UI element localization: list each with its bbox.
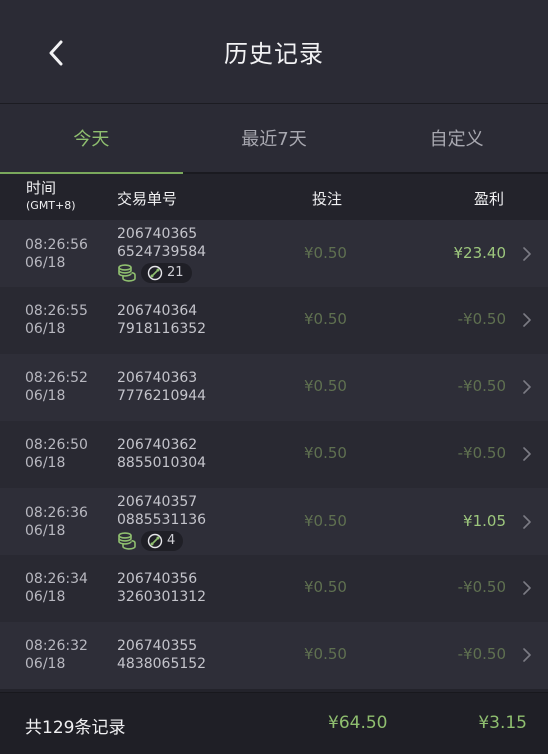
row-date-value: 06/18: [25, 455, 66, 471]
column-time: 时间 (GMT+8): [26, 180, 76, 214]
row-time: 08:26:56 06/18: [25, 236, 88, 272]
row-date-value: 06/18: [25, 321, 66, 337]
row-order: 206740363 7776210944: [117, 369, 206, 405]
row-time: 08:26:50 06/18: [25, 436, 88, 472]
row-order: 206740365 6524739584 21: [117, 225, 206, 283]
row-profit: -¥0.50: [457, 645, 506, 663]
total-bet: ¥64.50: [328, 713, 388, 733]
free-spins-badge: 21: [141, 263, 192, 283]
row-profit: ¥1.05: [463, 512, 506, 530]
total-records: 共129条记录: [25, 718, 126, 738]
table-row[interactable]: 08:26:56 06/18 206740365 6524739584 21 ¥…: [0, 220, 548, 287]
tab-bar: 今天 最近7天 自定义: [0, 104, 548, 174]
spin-icon: [147, 533, 163, 549]
row-order-line2: 8855010304: [117, 455, 207, 471]
row-time: 08:26:34 06/18: [25, 570, 88, 606]
row-time: 08:26:36 06/18: [25, 504, 88, 540]
row-order-line2: 0885531136: [117, 512, 207, 528]
row-date-value: 06/18: [25, 523, 66, 539]
row-order-line1: 206740355: [117, 638, 198, 654]
free-spins-badge: 4: [141, 531, 184, 551]
table-row[interactable]: 08:26:34 06/18 206740356 3260301312 ¥0.5…: [0, 555, 548, 622]
row-order: 206740355 4838065152: [117, 637, 206, 673]
row-time: 08:26:52 06/18: [25, 369, 88, 405]
free-spins-count: 4: [167, 533, 176, 548]
row-order-line2: 4838065152: [117, 656, 207, 672]
spin-icon: [147, 265, 163, 281]
row-badges: 21: [117, 263, 206, 283]
row-bet: ¥0.50: [304, 244, 347, 262]
column-header: 时间 (GMT+8) 交易单号 投注 盈利: [0, 174, 548, 220]
row-date-value: 06/18: [25, 255, 66, 271]
total-profit: ¥3.15: [478, 713, 527, 733]
row-time-value: 08:26:36: [25, 505, 88, 521]
column-bet: 投注: [312, 190, 343, 208]
row-bet: ¥0.50: [304, 377, 347, 395]
row-time-value: 08:26:56: [25, 237, 88, 253]
records-list: 08:26:56 06/18 206740365 6524739584 21 ¥…: [0, 220, 548, 689]
row-order-line2: 7776210944: [117, 388, 207, 404]
row-time: 08:26:55 06/18: [25, 302, 88, 338]
row-badges: 4: [117, 531, 206, 551]
chevron-right-icon: [523, 581, 531, 595]
chevron-right-icon: [523, 515, 531, 529]
table-row[interactable]: 08:26:50 06/18 206740362 8855010304 ¥0.5…: [0, 421, 548, 488]
row-bet: ¥0.50: [304, 645, 347, 663]
row-order-line2: 3260301312: [117, 589, 207, 605]
column-time-label: 时间: [26, 179, 57, 197]
row-order: 206740356 3260301312: [117, 570, 206, 606]
coins-icon: [118, 532, 136, 550]
header-bar: 历史记录: [0, 0, 548, 104]
table-row[interactable]: 08:26:36 06/18 206740357 0885531136 4 ¥0…: [0, 488, 548, 555]
coins-icon: [118, 264, 136, 282]
row-profit: -¥0.50: [457, 310, 506, 328]
row-order-line2: 6524739584: [117, 244, 207, 260]
row-date-value: 06/18: [25, 656, 66, 672]
row-order-line1: 206740363: [117, 370, 198, 386]
row-profit: -¥0.50: [457, 444, 506, 462]
table-row[interactable]: 08:26:55 06/18 206740364 7918116352 ¥0.5…: [0, 287, 548, 354]
page-title: 历史记录: [224, 40, 324, 68]
row-date-value: 06/18: [25, 589, 66, 605]
row-time-value: 08:26:55: [25, 303, 88, 319]
row-time: 08:26:32 06/18: [25, 637, 88, 673]
row-time-value: 08:26:34: [25, 571, 88, 587]
summary-footer: 共129条记录 ¥64.50 ¥3.15: [0, 692, 548, 754]
chevron-right-icon: [523, 447, 531, 461]
row-profit: -¥0.50: [457, 578, 506, 596]
row-bet: ¥0.50: [304, 444, 347, 462]
chevron-right-icon: [523, 648, 531, 662]
row-order-line1: 206740356: [117, 571, 198, 587]
row-order: 206740362 8855010304: [117, 436, 206, 472]
table-row[interactable]: 08:26:52 06/18 206740363 7776210944 ¥0.5…: [0, 354, 548, 421]
row-order-line1: 206740364: [117, 303, 198, 319]
row-date-value: 06/18: [25, 388, 66, 404]
row-order: 206740364 7918116352: [117, 302, 206, 338]
tab-today[interactable]: 今天: [0, 104, 183, 174]
chevron-right-icon: [523, 313, 531, 327]
row-order-line1: 206740362: [117, 437, 198, 453]
tab-custom[interactable]: 自定义: [365, 104, 548, 172]
row-profit: -¥0.50: [457, 377, 506, 395]
row-bet: ¥0.50: [304, 310, 347, 328]
row-time-value: 08:26:52: [25, 370, 88, 386]
row-bet: ¥0.50: [304, 578, 347, 596]
chevron-right-icon: [523, 247, 531, 261]
row-profit: ¥23.40: [453, 244, 507, 262]
row-order: 206740357 0885531136 4: [117, 493, 206, 551]
column-time-zone: (GMT+8): [26, 199, 76, 212]
column-order: 交易单号: [117, 190, 178, 208]
row-time-value: 08:26:32: [25, 638, 88, 654]
row-order-line2: 7918116352: [117, 321, 207, 337]
row-time-value: 08:26:50: [25, 437, 88, 453]
column-profit: 盈利: [474, 190, 505, 208]
chevron-right-icon: [523, 380, 531, 394]
free-spins-count: 21: [167, 265, 184, 280]
row-order-line1: 206740365: [117, 226, 198, 242]
row-bet: ¥0.50: [304, 512, 347, 530]
tab-last-7-days[interactable]: 最近7天: [183, 104, 366, 172]
row-order-line1: 206740357: [117, 494, 198, 510]
table-row[interactable]: 08:26:32 06/18 206740355 4838065152 ¥0.5…: [0, 622, 548, 689]
